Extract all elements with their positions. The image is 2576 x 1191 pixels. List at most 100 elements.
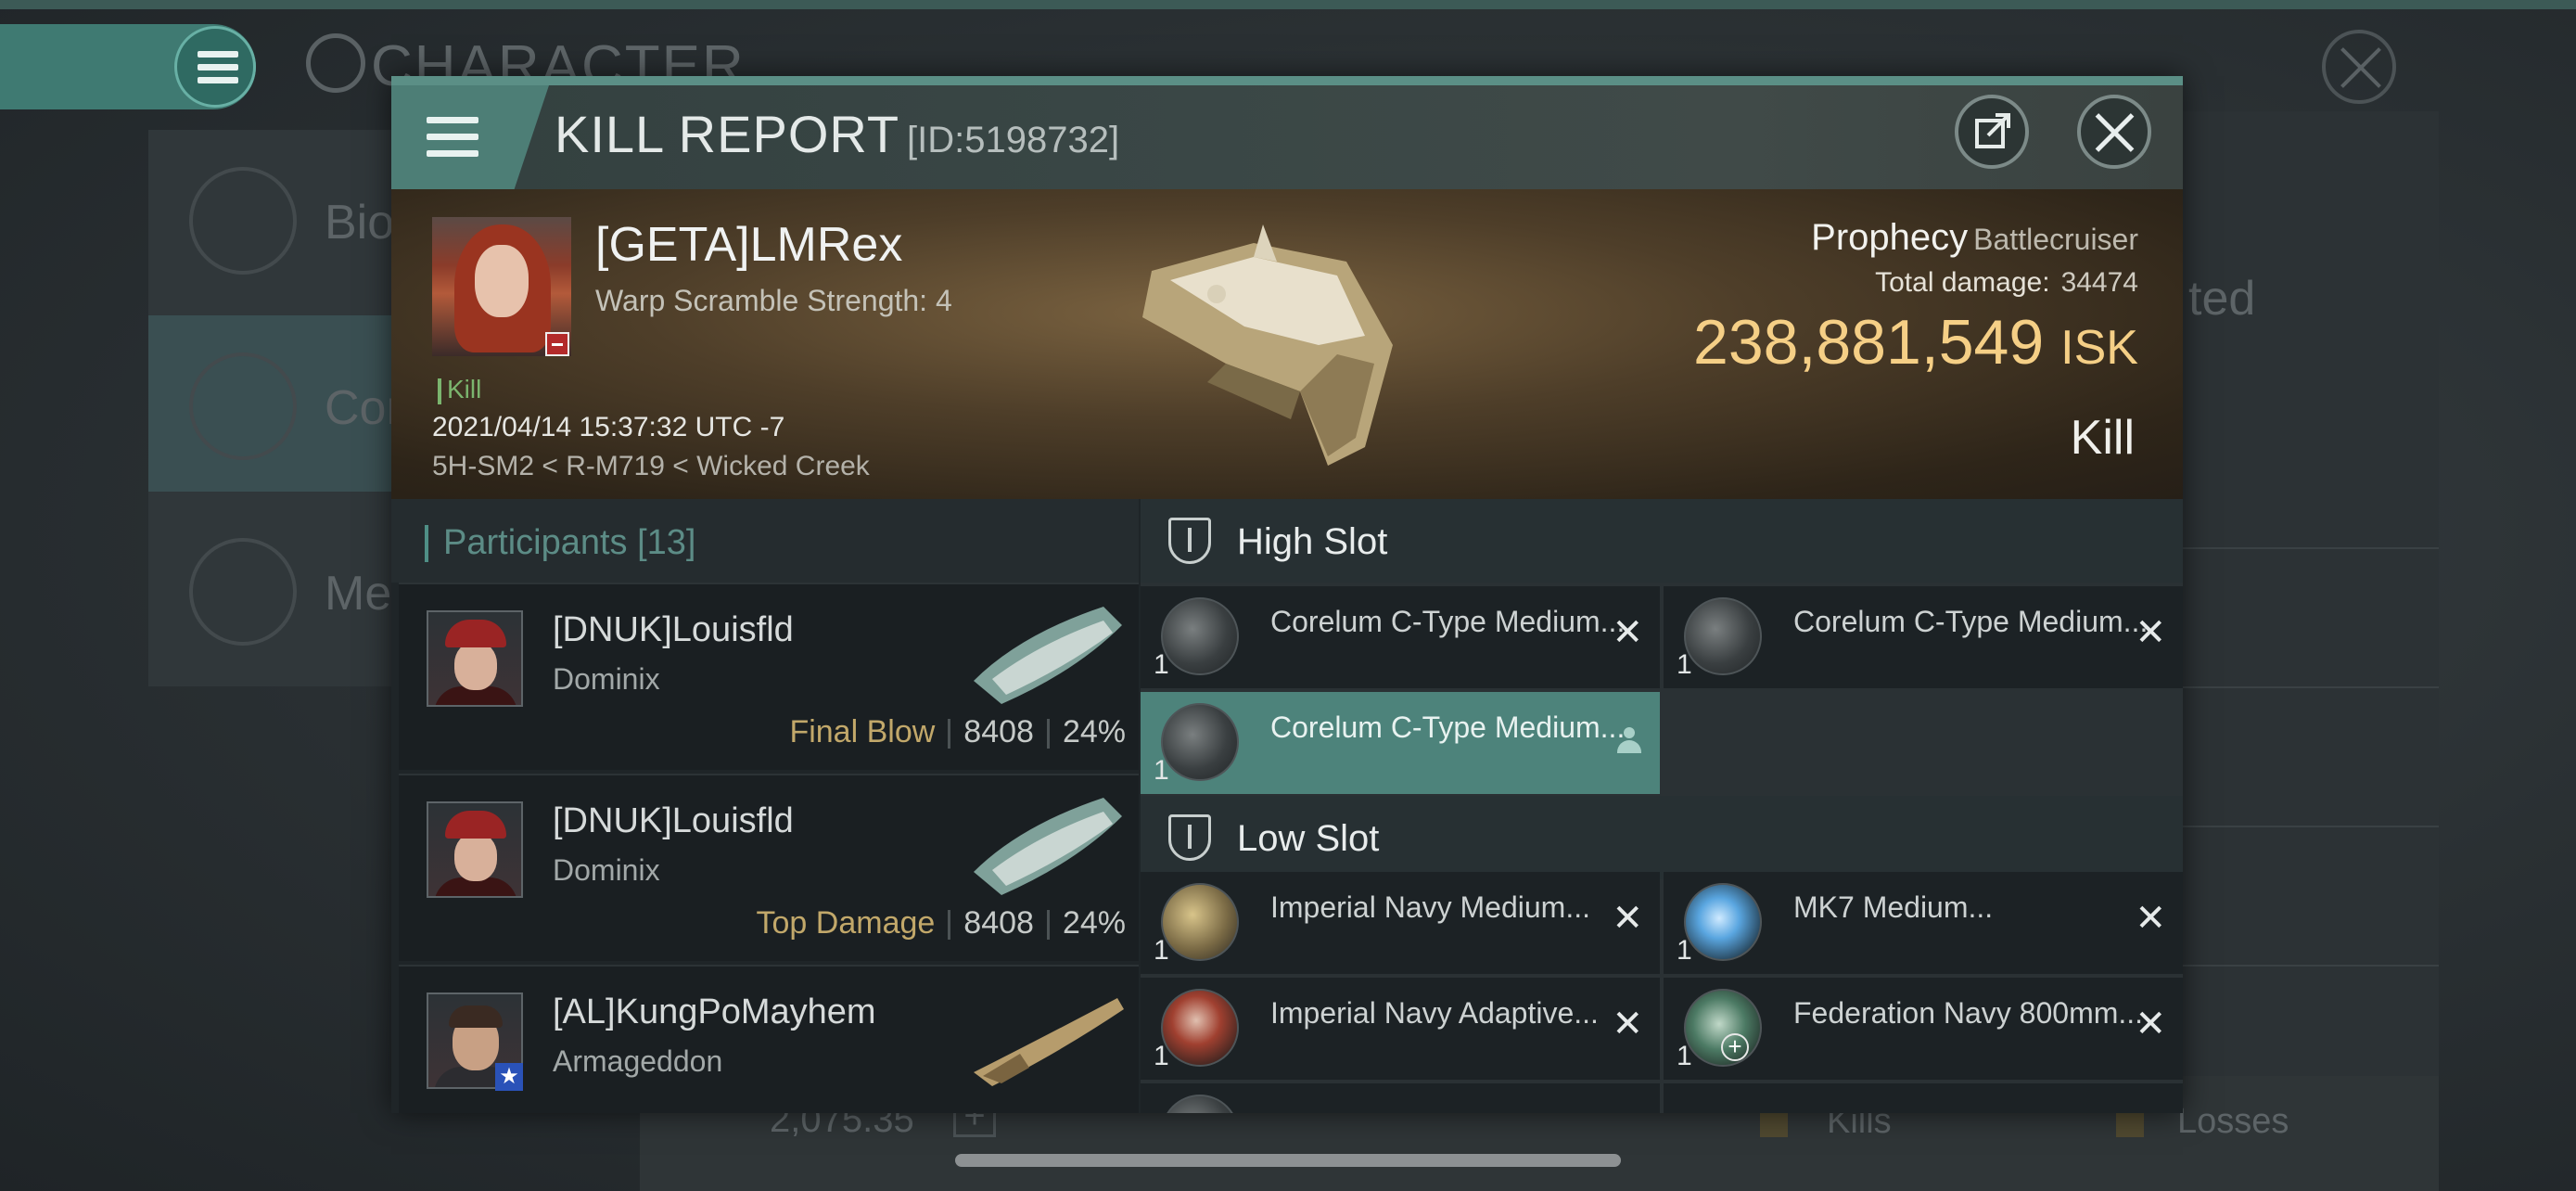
participant-name: [AL]KungPoMayhem (553, 992, 876, 1031)
kill-location[interactable]: 5H-SM2 < R-M719 < Wicked Creek (432, 451, 870, 482)
module-quantity: 1 (1154, 649, 1169, 680)
victim-name[interactable]: [GETA]LMRex (595, 217, 902, 273)
module-icon (1684, 883, 1762, 961)
module-quantity: 1 (1154, 1041, 1169, 1071)
close-icon[interactable] (2077, 95, 2151, 169)
turret-icon (1161, 597, 1239, 675)
participant-name: [DNUK]Louisfld (553, 610, 794, 649)
participant-ship: Dominix (553, 853, 660, 887)
character-icon (306, 33, 365, 93)
module-quantity: 1 (1677, 935, 1692, 966)
sidebar-item-label: Bio (325, 196, 395, 250)
participant-percent: 24% (1062, 714, 1126, 749)
alliance-star-icon: ★ (495, 1063, 523, 1091)
module-quantity: 1 (1677, 1041, 1692, 1071)
background-close-icon[interactable] (2322, 30, 2396, 104)
top-damage-tag: Top Damage (756, 905, 936, 941)
header-accent (391, 76, 2183, 85)
total-damage: Total damage: 34474 (1875, 267, 2138, 298)
module-name: Corelum C-Type Medium... (1270, 711, 1626, 744)
destroyed-icon: ✕ (1612, 898, 1643, 939)
destroyed-icon: ✕ (1612, 612, 1643, 653)
kill-report-window: KILL REPORT [ID:5198732] [GETA]LMRex Warp… (391, 76, 2183, 1113)
kill-id: [ID:5198732] (907, 120, 1120, 160)
turret-icon (1161, 703, 1239, 781)
total-damage-value: 34474 (2060, 267, 2138, 298)
module-icon (1161, 989, 1239, 1067)
isk-value: 238,881,549 ISK (1693, 307, 2138, 378)
module-quantity: 1 (1677, 649, 1692, 680)
warp-scramble-strength: Warp Scramble Strength: 4 (595, 284, 952, 317)
destroyed-icon: ✕ (1612, 1004, 1643, 1044)
low-slot-header: Low Slot (1141, 796, 2183, 879)
ship-name: Prophecy (1811, 217, 1969, 258)
ship-image (974, 998, 1124, 1086)
participant-percent: 24% (1062, 905, 1126, 941)
share-icon (1975, 113, 2010, 148)
star-icon (189, 538, 297, 646)
ship-type[interactable]: Prophecy Battlecruiser (1811, 217, 2138, 259)
result-label: Kill (2070, 411, 2135, 465)
share-button[interactable] (1955, 95, 2029, 169)
module-item[interactable]: 1 Imperial Navy Medium... ✕ (1141, 872, 1660, 974)
plus-icon: + (1721, 1033, 1749, 1061)
home-indicator[interactable] (955, 1154, 1621, 1167)
list-icon (189, 167, 297, 275)
crossed-swords-icon (189, 352, 297, 460)
module-icon (1161, 883, 1239, 961)
hostile-badge-icon (545, 332, 569, 356)
low-slot-icon (1168, 814, 1211, 861)
module-item[interactable]: 1 Corelum C-Type Medium... ✕ (1141, 586, 1660, 688)
participants-title: Participants [13] (443, 523, 696, 562)
title-text: KILL REPORT (555, 105, 900, 163)
participant-stats: Top Damage 8408 24% (757, 905, 1126, 941)
destroyed-icon: ✕ (2135, 1004, 2166, 1044)
destroyed-icon: ✕ (2135, 898, 2166, 939)
module-quantity: 1 (1154, 935, 1169, 966)
kill-tag: Kill (438, 375, 481, 404)
module-name: MK7 Medium... (1793, 890, 1994, 924)
module-name: Federation Navy 800mm... (1793, 996, 2144, 1030)
module-quantity: 1 (1154, 755, 1169, 786)
ship-class: Battlecruiser (1973, 223, 2138, 256)
final-blow-tag: Final Blow (789, 714, 936, 749)
kill-report-title: KILL REPORT [ID:5198732] (555, 104, 1119, 164)
high-slot-icon (1168, 518, 1211, 564)
participant-card[interactable]: [DNUK]Louisfld Dominix Top Damage 8408 24% (399, 774, 1139, 961)
participant-ship: Armageddon (553, 1044, 723, 1078)
module-item-dropped[interactable]: 1 Corelum C-Type Medium... (1141, 692, 1660, 794)
module-item[interactable]: 1 Corelum C-Type Medium... ✕ (1664, 586, 2183, 688)
module-icon (1161, 1095, 1239, 1113)
participant-name: [DNUK]Louisfld (553, 801, 794, 840)
losses-label[interactable]: Losses (2177, 1102, 2289, 1142)
ship-image[interactable] (1115, 206, 1430, 475)
participant-card[interactable]: ★ [AL]KungPoMayhem Armageddon (399, 965, 1139, 1113)
module-item-partial[interactable] (1664, 1083, 2183, 1113)
participant-card[interactable]: [DNUK]Louisfld Dominix Final Blow 8408 24% (399, 583, 1139, 770)
ship-image (974, 798, 1122, 895)
low-slot-label: Low Slot (1237, 818, 1380, 859)
high-slot-label: High Slot (1237, 521, 1388, 562)
module-item[interactable]: 1 MK7 Medium... ✕ (1664, 872, 2183, 974)
user-icon (1617, 727, 1641, 755)
participant-damage: 8408 (963, 905, 1034, 941)
module-name: Imperial Navy Adaptive... (1270, 996, 1599, 1030)
module-item-partial[interactable] (1141, 1083, 1660, 1113)
turret-icon (1684, 597, 1762, 675)
module-item[interactable]: 1 Imperial Navy Adaptive... ✕ (1141, 978, 1660, 1080)
participant-portrait (427, 610, 523, 707)
high-slot-header: High Slot (1141, 499, 2183, 583)
kill-datetime: 2021/04/14 15:37:32 UTC -7 (432, 412, 785, 442)
isk-unit: ISK (2060, 321, 2138, 375)
participant-damage: 8408 (963, 714, 1034, 749)
destroyed-icon: ✕ (2135, 612, 2166, 653)
ship-image (974, 607, 1122, 704)
participant-ship: Dominix (553, 662, 660, 696)
top-accent-line (0, 0, 2576, 9)
background-right-text: ted (2188, 272, 2256, 326)
participants-accent (425, 525, 428, 562)
module-item[interactable]: + 1 Federation Navy 800mm... ✕ (1664, 978, 2183, 1080)
menu-icon[interactable] (174, 26, 256, 108)
module-name: Corelum C-Type Medium... (1793, 605, 2149, 638)
module-name: Imperial Navy Medium... (1270, 890, 1590, 924)
